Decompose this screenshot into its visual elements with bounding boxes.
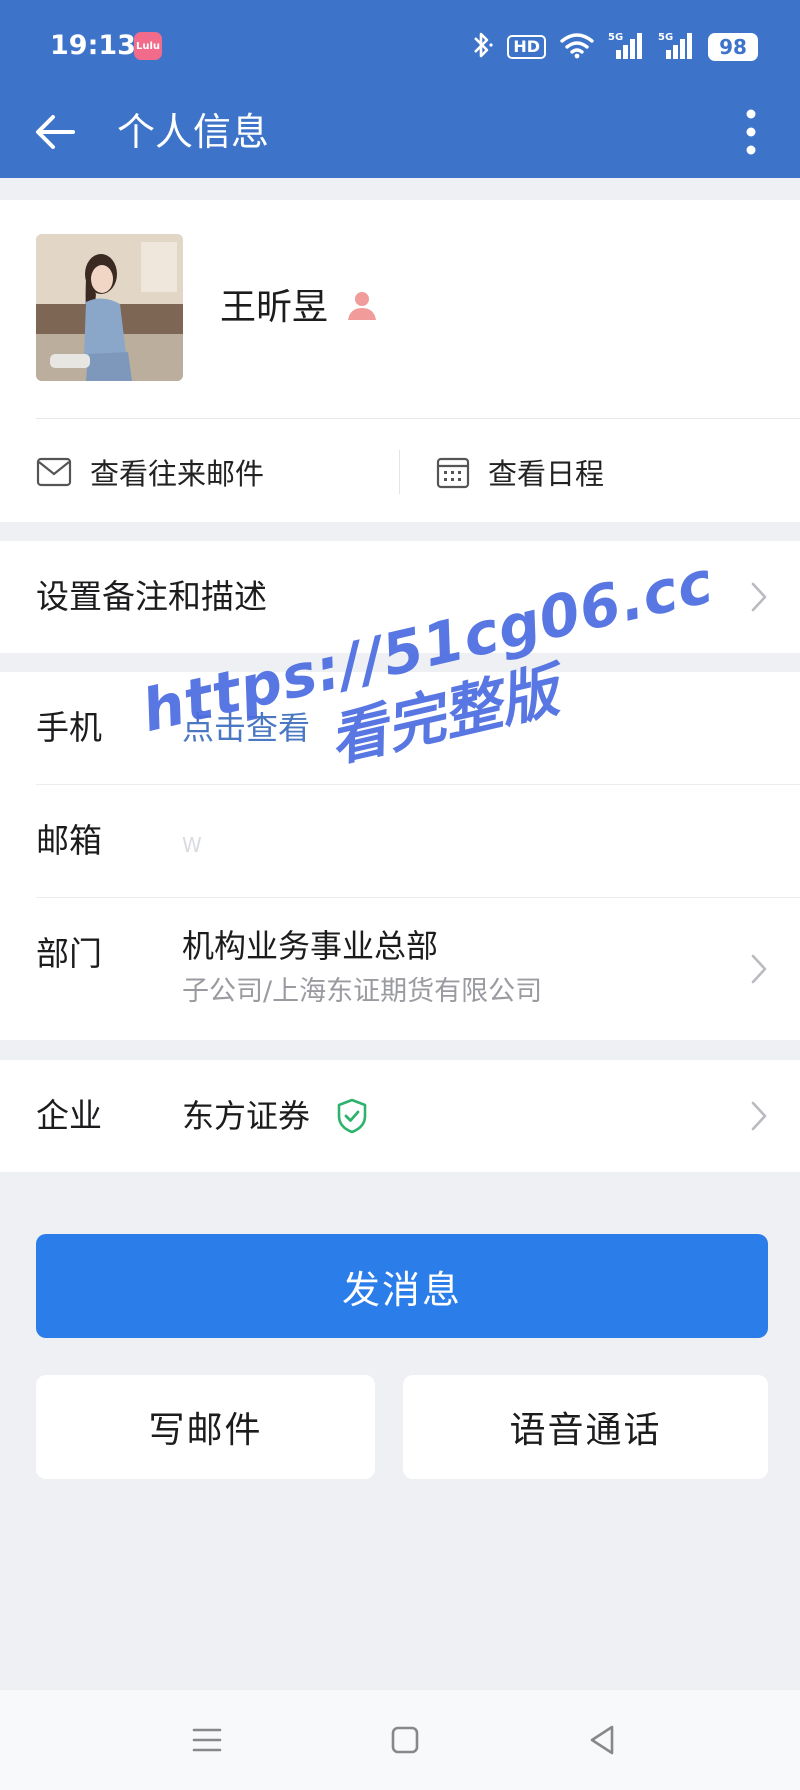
wifi-icon xyxy=(560,31,594,63)
phone-label: 手机 xyxy=(36,708,102,747)
avatar[interactable] xyxy=(36,234,183,381)
phone-reveal-link[interactable]: 点击查看 xyxy=(182,706,310,750)
view-schedule-button[interactable]: 查看日程 xyxy=(436,422,604,522)
title-bar: 个人信息 xyxy=(0,94,800,178)
department-row[interactable]: 部门 机构业务事业总部 子公司/上海东证期货有限公司 xyxy=(0,898,800,1040)
svg-text:5G: 5G xyxy=(608,32,623,43)
nav-back-button[interactable] xyxy=(572,1710,632,1770)
profile-card: 王昕昱 查看往来邮件 查看日程 xyxy=(0,200,800,522)
more-options-button[interactable] xyxy=(726,102,776,162)
bluetooth-icon xyxy=(471,30,493,64)
email-row: 邮箱 W xyxy=(0,785,800,897)
verified-shield-icon xyxy=(337,1098,367,1134)
profile-name: 王昕昱 xyxy=(220,287,329,328)
chevron-right-icon xyxy=(751,954,767,984)
send-message-button[interactable]: 发消息 xyxy=(36,1234,768,1338)
write-mail-button[interactable]: 写邮件 xyxy=(36,1375,375,1479)
back-arrow-icon xyxy=(36,115,75,149)
phone-row: 手机 点击查看 xyxy=(0,672,800,784)
back-button[interactable] xyxy=(30,104,80,160)
status-time: 19:13 xyxy=(50,30,136,61)
email-label: 邮箱 xyxy=(36,821,102,860)
remark-row[interactable]: 设置备注和描述 xyxy=(0,541,800,653)
contact-info-card: 手机 点击查看 邮箱 W 部门 机构业务事业总部 子公司/上海东证期货有限公司 xyxy=(0,672,800,1040)
department-value: 机构业务事业总部 xyxy=(182,927,439,965)
status-icons: HD 5G 5G 98 xyxy=(471,28,758,66)
more-vertical-icon xyxy=(746,109,756,155)
mail-icon xyxy=(36,457,72,487)
nav-home-button[interactable] xyxy=(375,1710,435,1770)
menu-icon xyxy=(192,1728,222,1752)
company-row[interactable]: 企业 东方证券 xyxy=(0,1060,800,1172)
app-header: 19:13 Lulu HD 5G 5G 98 个人信息 xyxy=(0,0,800,178)
svg-text:5G: 5G xyxy=(658,32,673,43)
battery-indicator: 98 xyxy=(708,33,758,61)
person-icon xyxy=(348,292,376,320)
signal-5g-icon: 5G xyxy=(658,30,694,64)
app-notification-badge: Lulu xyxy=(134,32,162,60)
view-emails-button[interactable]: 查看往来邮件 xyxy=(36,422,264,522)
home-square-icon xyxy=(391,1726,419,1754)
status-bar: 19:13 Lulu HD 5G 5G 98 xyxy=(0,0,800,94)
system-nav-bar xyxy=(0,1690,800,1790)
divider xyxy=(36,418,800,419)
back-triangle-icon xyxy=(590,1725,614,1755)
remark-label: 设置备注和描述 xyxy=(36,577,267,616)
department-subtitle: 子公司/上海东证期货有限公司 xyxy=(182,976,543,1007)
view-emails-label: 查看往来邮件 xyxy=(90,457,265,491)
voice-call-button[interactable]: 语音通话 xyxy=(403,1375,768,1479)
page-title: 个人信息 xyxy=(117,110,270,154)
company-value: 东方证券 xyxy=(182,1097,311,1135)
department-label: 部门 xyxy=(36,934,102,973)
company-label: 企业 xyxy=(36,1096,102,1135)
signal-5g-icon: 5G xyxy=(608,30,644,64)
divider xyxy=(399,450,400,494)
chevron-right-icon xyxy=(751,1101,767,1131)
nav-menu-button[interactable] xyxy=(177,1710,237,1770)
hd-badge: HD xyxy=(507,35,546,59)
view-schedule-label: 查看日程 xyxy=(488,457,605,491)
chevron-right-icon xyxy=(751,582,767,612)
email-value[interactable]: W xyxy=(182,823,204,867)
calendar-icon xyxy=(436,457,470,489)
